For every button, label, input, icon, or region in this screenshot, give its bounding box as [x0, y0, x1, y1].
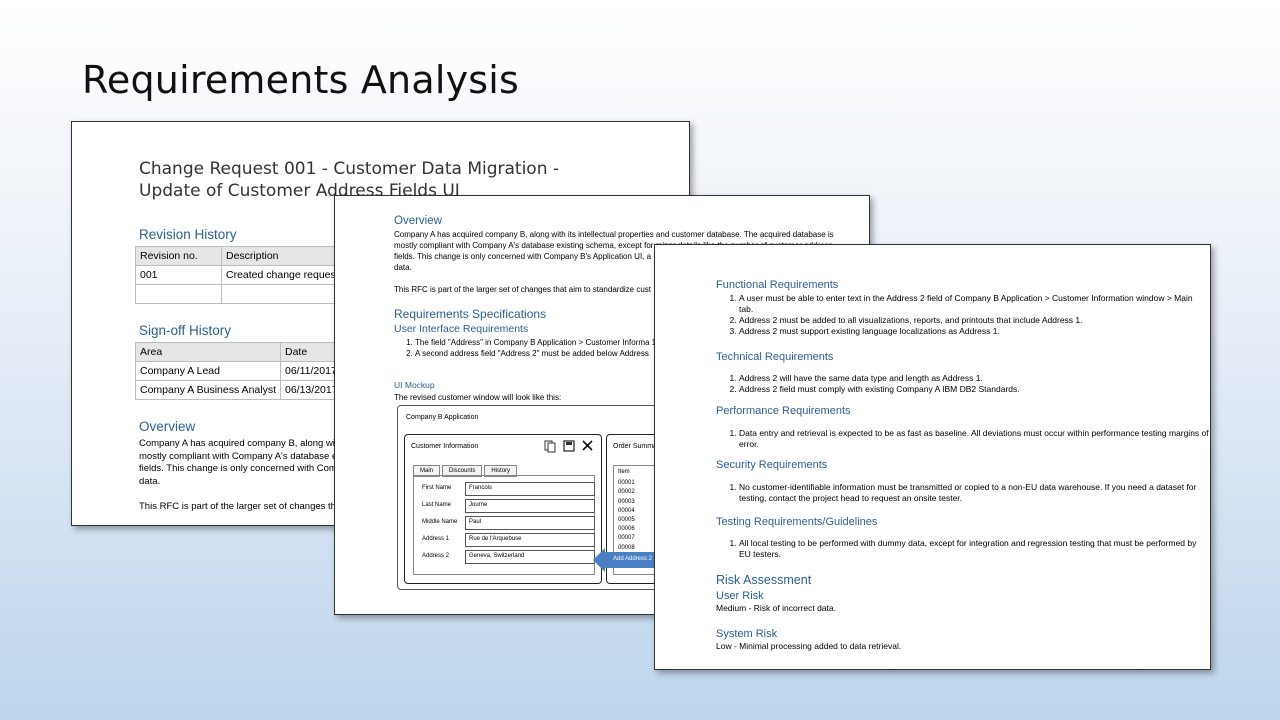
- ui-requirements-heading: User Interface Requirements: [394, 323, 529, 335]
- testing-requirements-list: All local testing to be performed with d…: [739, 538, 1209, 560]
- field-box: Journe: [465, 499, 595, 513]
- field-box: Paul: [465, 516, 595, 530]
- functional-requirements-list: A user must be able to enter text in the…: [739, 293, 1209, 337]
- list-item: Data entry and retrieval is expected to …: [739, 428, 1209, 450]
- list-item: Address 2 must be added to all visualiza…: [739, 315, 1209, 326]
- table-cell: Company A Business Analyst: [135, 380, 281, 400]
- field-label: First Name: [422, 485, 452, 491]
- performance-requirements-heading: Performance Requirements: [716, 405, 851, 417]
- testing-requirements-heading: Testing Requirements/Guidelines: [716, 516, 878, 528]
- customer-info-title: Customer Information: [411, 443, 479, 450]
- signoff-history-heading: Sign-off History: [139, 323, 232, 338]
- list-item: No customer-identifiable information mus…: [739, 482, 1209, 504]
- header-cell: Area: [135, 342, 281, 362]
- technical-requirements-heading: Technical Requirements: [716, 351, 834, 363]
- performance-requirements-list: Data entry and retrieval is expected to …: [739, 428, 1209, 450]
- table-cell: [135, 284, 222, 304]
- field-label: Address 2: [422, 553, 450, 559]
- list-item: Address 2 field must comply with existin…: [739, 384, 1209, 395]
- risk-assessment-heading: Risk Assessment: [716, 573, 812, 587]
- revision-history-heading: Revision History: [139, 227, 237, 242]
- user-risk-heading: User Risk: [716, 590, 764, 602]
- order-summary-title: Order Summar: [613, 443, 660, 450]
- functional-requirements-heading: Functional Requirements: [716, 279, 839, 291]
- mockup-app-title: Company B Application: [406, 414, 479, 421]
- mockup-form: First Name Francois Last Name Journe Middl…: [413, 475, 595, 575]
- customer-info-panel: Customer Information Main Discounts Histor…: [404, 434, 602, 584]
- requirements-spec-heading: Requirements Specifications: [394, 307, 547, 321]
- slide-title: Requirements Analysis: [82, 58, 520, 102]
- list-item: A user must be able to enter text in the…: [739, 293, 1209, 315]
- user-risk-text: Medium - Risk of incorrect data.: [716, 603, 836, 613]
- ui-mockup-heading: UI Mockup: [394, 380, 435, 390]
- list-item: All local testing to be performed with d…: [739, 538, 1209, 560]
- list-item: Address 2 will have the same data type a…: [739, 373, 1209, 384]
- field-label: Middle Name: [422, 519, 458, 525]
- security-requirements-heading: Security Requirements: [716, 459, 828, 471]
- field-box: Geneva, Switzerland: [465, 550, 595, 564]
- table-cell: 001: [135, 265, 222, 285]
- field-label: Address 1: [422, 536, 450, 542]
- overview-heading: Overview: [139, 419, 196, 434]
- copy-icon: [544, 440, 556, 453]
- callout-label: Add Address 2 f: [613, 556, 656, 562]
- save-icon: [563, 440, 575, 452]
- field-label: Last Name: [422, 502, 452, 508]
- security-requirements-list: No customer-identifiable information mus…: [739, 482, 1209, 504]
- text-line: Company A has acquired company B, along …: [394, 230, 834, 239]
- field-box: Francois: [465, 482, 595, 496]
- document-page-3: Functional Requirements A user must be a…: [654, 244, 1211, 670]
- system-risk-heading: System Risk: [716, 628, 778, 640]
- close-icon: [582, 440, 593, 451]
- overview-heading: Overview: [394, 215, 442, 227]
- mockup-toolbar-icons: [544, 440, 593, 453]
- list-item: Address 2 must support existing language…: [739, 326, 1209, 337]
- system-risk-text: Low - Minimal processing added to data r…: [716, 641, 902, 651]
- field-box: Rue de l'Arquebuse: [465, 533, 595, 547]
- technical-requirements-list: Address 2 will have the same data type a…: [739, 373, 1209, 395]
- header-cell: Revision no.: [135, 246, 222, 266]
- table-cell: Company A Lead: [135, 361, 281, 381]
